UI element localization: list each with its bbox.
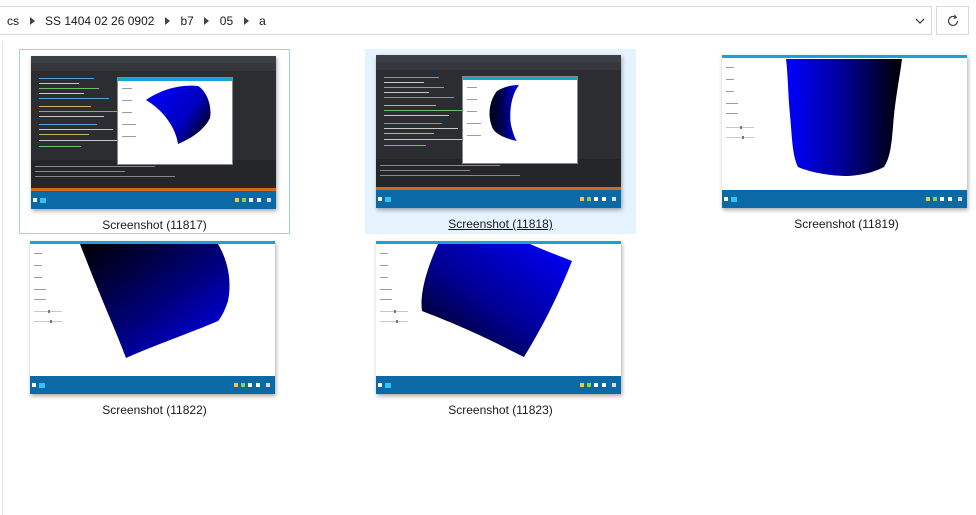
file-name: Screenshot (11823) [448,403,553,417]
address-bar-row: cs SS 1404 02 26 0902 b7 05 a [0,0,976,42]
file-item[interactable]: Screenshot (11823) [365,236,636,421]
taskbar [722,190,967,208]
taskbar [376,376,621,394]
breadcrumb-item[interactable]: a [253,14,272,28]
file-thumbnail [376,241,621,394]
breadcrumb-item[interactable]: SS 1404 02 26 0902 [39,14,160,28]
breadcrumb-chevron-icon[interactable] [160,7,174,34]
file-thumbnail [31,56,276,209]
breadcrumb-item[interactable]: b7 [174,14,199,28]
breadcrumb-chevron-icon[interactable] [25,7,39,34]
file-thumbnail [30,241,275,394]
ide-screenshot [31,56,276,209]
breadcrumb-item[interactable]: 05 [214,14,239,28]
file-thumbnail [722,55,967,208]
file-item[interactable]: Screenshot (11822) [19,236,290,421]
breadcrumb-chevron-icon[interactable] [239,7,253,34]
file-name: Screenshot (11818) [448,217,553,231]
address-bar[interactable]: cs SS 1404 02 26 0902 b7 05 a [0,6,932,35]
file-thumbnail [376,55,621,208]
file-name: Screenshot (11817) [102,218,207,232]
taskbar [376,190,621,208]
breadcrumb-chevron-icon[interactable] [200,7,214,34]
file-item[interactable]: Screenshot (11818) [365,49,636,234]
taskbar [31,191,276,209]
breadcrumb-item[interactable]: cs [1,14,25,28]
file-item[interactable]: Screenshot (11817) [19,49,290,234]
chevron-down-icon[interactable] [909,7,931,34]
ide-screenshot [376,55,621,208]
breadcrumb: cs SS 1404 02 26 0902 b7 05 a [0,7,272,34]
taskbar [30,376,275,394]
nav-pane-edge [0,42,3,515]
file-name: Screenshot (11819) [794,217,899,231]
refresh-icon[interactable] [936,6,969,35]
file-name: Screenshot (11822) [102,403,207,417]
file-item[interactable]: Screenshot (11819) [711,49,976,234]
